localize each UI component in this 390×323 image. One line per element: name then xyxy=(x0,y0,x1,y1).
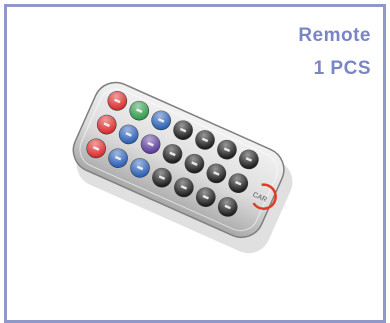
caption: Remote 1 PCS xyxy=(298,19,371,85)
product-card: CAR Remote 1 PCS xyxy=(4,4,386,323)
product-title: Remote xyxy=(298,25,371,46)
product-quantity: 1 PCS xyxy=(313,58,371,79)
